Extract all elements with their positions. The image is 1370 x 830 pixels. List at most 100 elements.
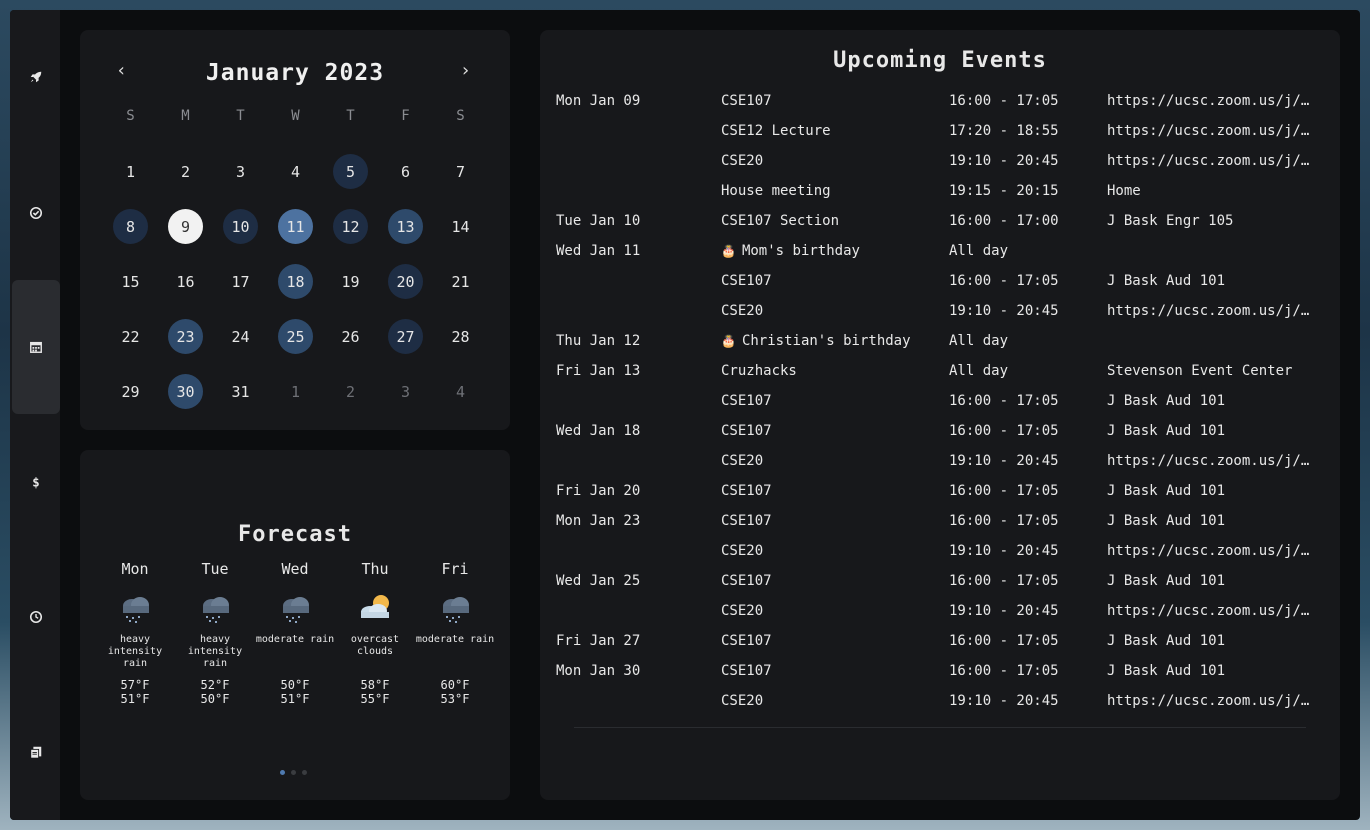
event-row[interactable]: CSE20 19:10 - 20:45 https://ucsc.zoom.us/j… <box>556 596 1326 626</box>
day-cell[interactable]: 20 <box>378 254 433 309</box>
notebook-icon <box>30 746 42 759</box>
day-cell[interactable]: 14 <box>433 199 488 254</box>
event-row[interactable]: Thu Jan 12 🎂 Christian's birthday All day <box>556 326 1326 356</box>
next-month-button[interactable]: › <box>460 60 471 81</box>
day-number: 17 <box>231 272 250 291</box>
day-number: 9 <box>168 209 203 244</box>
event-row[interactable]: Wed Jan 18 CSE107 16:00 - 17:05 J Bask Aud … <box>556 416 1326 446</box>
day-cell[interactable]: 3 <box>378 364 433 419</box>
event-row[interactable]: CSE20 19:10 - 20:45 https://ucsc.zoom.us/j… <box>556 146 1326 176</box>
rain-cloud-icon <box>283 597 309 623</box>
temp-low: 55°F <box>360 692 390 706</box>
clock-icon <box>29 610 43 624</box>
event-location: J Bask Aud 101 <box>1107 633 1226 649</box>
event-time: 19:10 - 20:45 <box>949 693 1059 709</box>
day-cell[interactable]: 16 <box>158 254 213 309</box>
day-cell[interactable]: 10 <box>213 199 268 254</box>
day-cell[interactable]: 22 <box>103 309 158 364</box>
event-row[interactable]: Fri Jan 13 Cruzhacks All day Stevenson Even… <box>556 356 1326 386</box>
event-row[interactable]: Mon Jan 09 CSE107 16:00 - 17:05 https://ucs… <box>556 86 1326 116</box>
day-cell[interactable]: 7 <box>433 144 488 199</box>
day-cell[interactable]: 18 <box>268 254 323 309</box>
day-cell[interactable]: 8 <box>103 199 158 254</box>
day-cell[interactable]: 27 <box>378 309 433 364</box>
day-cell[interactable]: 2 <box>158 144 213 199</box>
page-dot[interactable] <box>280 770 285 775</box>
event-name: CSE107 <box>721 273 772 289</box>
day-cell[interactable]: 11 <box>268 199 323 254</box>
event-location[interactable]: https://ucsc.zoom.us/j/… <box>1107 93 1326 109</box>
day-number: 18 <box>278 264 313 299</box>
day-cell[interactable]: 30 <box>158 364 213 419</box>
event-name-cell: CSE107 <box>721 633 949 649</box>
event-row[interactable]: CSE107 16:00 - 17:05 J Bask Aud 101 <box>556 266 1326 296</box>
day-cell[interactable]: 31 <box>213 364 268 419</box>
event-row[interactable]: Fri Jan 20 CSE107 16:00 - 17:05 J Bask Aud … <box>556 476 1326 506</box>
day-number: 25 <box>278 319 313 354</box>
event-location[interactable]: https://ucsc.zoom.us/j/… <box>1107 123 1326 139</box>
event-name: CSE107 Section <box>721 213 840 229</box>
event-row[interactable]: Mon Jan 23 CSE107 16:00 - 17:05 J Bask Aud … <box>556 506 1326 536</box>
event-location[interactable]: https://ucsc.zoom.us/j/… <box>1107 693 1326 709</box>
day-cell[interactable]: 1 <box>268 364 323 419</box>
event-row[interactable]: CSE107 16:00 - 17:05 J Bask Aud 101 <box>556 386 1326 416</box>
day-cell[interactable]: 2 <box>323 364 378 419</box>
nav-item-tasks[interactable] <box>12 146 60 280</box>
day-cell[interactable]: 23 <box>158 309 213 364</box>
nav-item-calendar[interactable] <box>12 280 60 414</box>
event-row[interactable]: Fri Jan 27 CSE107 16:00 - 17:05 J Bask Aud … <box>556 626 1326 656</box>
event-row[interactable]: Wed Jan 25 CSE107 16:00 - 17:05 J Bask Aud … <box>556 566 1326 596</box>
event-location[interactable]: https://ucsc.zoom.us/j/… <box>1107 153 1326 169</box>
event-name-cell: CSE107 <box>721 423 949 439</box>
day-cell[interactable]: 4 <box>268 144 323 199</box>
day-cell[interactable]: 28 <box>433 309 488 364</box>
event-location[interactable]: https://ucsc.zoom.us/j/… <box>1107 303 1326 319</box>
event-location[interactable]: https://ucsc.zoom.us/j/… <box>1107 453 1326 469</box>
event-location[interactable]: https://ucsc.zoom.us/j/… <box>1107 543 1326 559</box>
event-row[interactable]: CSE20 19:10 - 20:45 https://ucsc.zoom.us/j… <box>556 686 1326 716</box>
day-cell[interactable]: 13 <box>378 199 433 254</box>
page-dot[interactable] <box>302 770 307 775</box>
today-cell[interactable]: 9 <box>158 199 213 254</box>
event-row[interactable]: CSE20 19:10 - 20:45 https://ucsc.zoom.us/j… <box>556 296 1326 326</box>
rain-cloud-icon <box>203 597 229 623</box>
day-cell[interactable]: 26 <box>323 309 378 364</box>
event-name: House meeting <box>721 183 831 199</box>
day-cell[interactable]: 5 <box>323 144 378 199</box>
day-cell[interactable]: 15 <box>103 254 158 309</box>
event-location: J Bask Engr 105 <box>1107 213 1234 229</box>
page-dot[interactable] <box>291 770 296 775</box>
nav-item-time[interactable] <box>12 550 60 684</box>
event-row[interactable]: House meeting 19:15 - 20:15 Home <box>556 176 1326 206</box>
day-cell[interactable]: 17 <box>213 254 268 309</box>
nav-item-launcher[interactable] <box>12 10 60 144</box>
nav-item-notes[interactable] <box>12 685 60 819</box>
event-row[interactable]: Mon Jan 30 CSE107 16:00 - 17:05 J Bask Aud … <box>556 656 1326 686</box>
day-cell[interactable]: 1 <box>103 144 158 199</box>
event-name-cell: CSE107 <box>721 273 949 289</box>
day-cell[interactable]: 6 <box>378 144 433 199</box>
day-cell[interactable]: 12 <box>323 199 378 254</box>
day-cell[interactable]: 4 <box>433 364 488 419</box>
event-row[interactable]: CSE12 Lecture 17:20 - 18:55 https://ucsc.z… <box>556 116 1326 146</box>
event-row[interactable]: CSE20 19:10 - 20:45 https://ucsc.zoom.us/j… <box>556 446 1326 476</box>
day-cell[interactable]: 21 <box>433 254 488 309</box>
weekday-label: T <box>236 108 245 124</box>
event-row[interactable]: Wed Jan 11 🎂 Mom's birthday All day <box>556 236 1326 266</box>
nav-item-finance[interactable]: $ <box>12 415 60 549</box>
day-number: 21 <box>451 272 470 291</box>
day-cell[interactable]: 3 <box>213 144 268 199</box>
event-time: 16:00 - 17:05 <box>949 663 1059 679</box>
day-number: 13 <box>388 209 423 244</box>
day-cell[interactable]: 19 <box>323 254 378 309</box>
event-location[interactable]: https://ucsc.zoom.us/j/… <box>1107 603 1326 619</box>
event-name-cell: CSE107 <box>721 663 949 679</box>
event-row[interactable]: CSE20 19:10 - 20:45 https://ucsc.zoom.us/j… <box>556 536 1326 566</box>
event-row[interactable]: Tue Jan 10 CSE107 Section 16:00 - 17:00 J B… <box>556 206 1326 236</box>
event-location: Stevenson Event Center <box>1107 363 1293 379</box>
day-cell[interactable]: 24 <box>213 309 268 364</box>
day-cell[interactable]: 29 <box>103 364 158 419</box>
dollar-icon: $ <box>32 475 39 489</box>
prev-month-button[interactable]: ‹ <box>116 60 127 81</box>
day-cell[interactable]: 25 <box>268 309 323 364</box>
